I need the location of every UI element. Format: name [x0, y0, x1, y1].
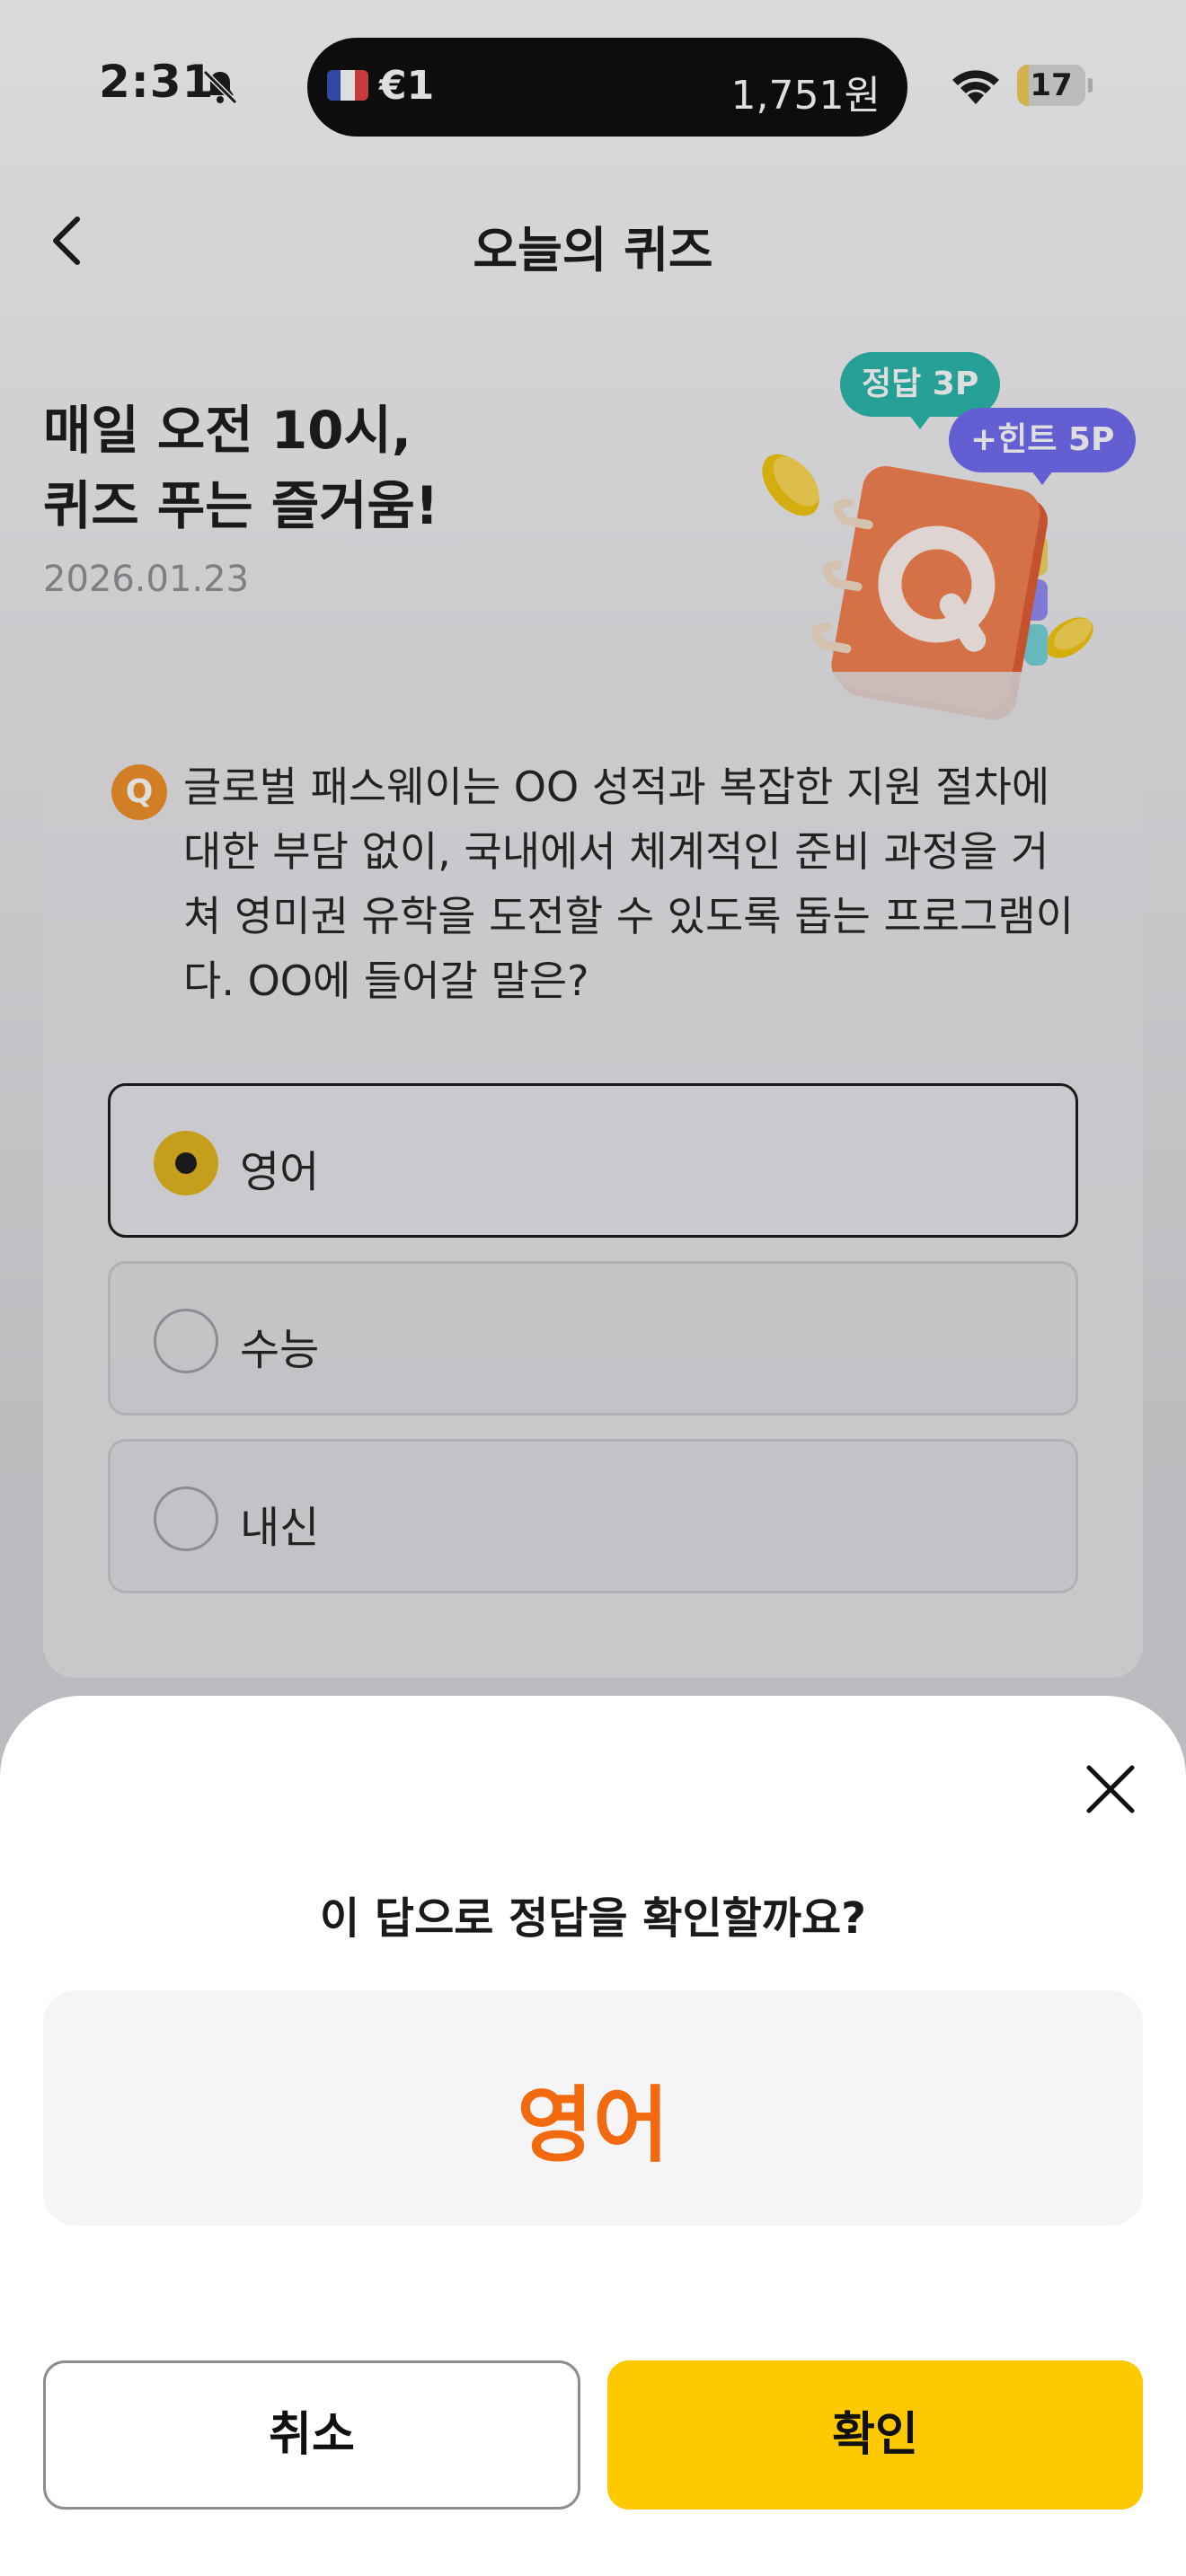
selected-answer-box: 영어	[43, 1990, 1143, 2226]
option-label: 내신	[240, 1503, 320, 1553]
radio-icon[interactable]	[154, 1486, 218, 1551]
battery-icon: 17	[1017, 65, 1093, 106]
wifi-icon	[952, 70, 999, 104]
close-icon[interactable]	[1084, 1762, 1137, 1816]
question-icon: Q	[111, 764, 167, 820]
hero-title-line1: 매일 오전 10시,	[43, 400, 412, 461]
page-title: 오늘의 퀴즈	[473, 222, 713, 278]
option-english[interactable]: 영어	[108, 1083, 1078, 1238]
france-flag-icon	[327, 70, 368, 101]
question-text: 글로벌 패스웨이는 OO 성적과 복잡한 지원 절차에 대한 부담 없이, 국내…	[183, 763, 1075, 1005]
status-time: 2:31	[99, 56, 215, 108]
hint-points-badge: +힌트 5P	[949, 408, 1137, 485]
bell-slash-icon	[202, 69, 238, 105]
option-suneung[interactable]: 수능	[108, 1261, 1078, 1416]
cancel-button[interactable]: 취소	[43, 2360, 580, 2510]
selected-answer: 영어	[517, 2078, 669, 2174]
quiz-date: 2026.01.23	[43, 559, 250, 600]
island-amount: 1,751원	[730, 73, 881, 119]
hero-title-line2: 퀴즈 푸는 즐거움!	[43, 475, 439, 536]
radio-icon[interactable]	[154, 1309, 218, 1373]
battery-percent: 17	[1030, 67, 1073, 103]
option-label: 수능	[240, 1325, 320, 1375]
option-label: 영어	[240, 1147, 320, 1197]
dynamic-island[interactable]: €1 1,751원	[307, 38, 907, 137]
island-currency: €1	[379, 63, 435, 109]
option-naesin[interactable]: 내신	[108, 1439, 1078, 1593]
radio-selected-icon[interactable]	[154, 1131, 218, 1195]
confirm-button[interactable]: 확인	[607, 2360, 1143, 2510]
correct-points-badge: 정답 3P	[840, 352, 1001, 429]
confirm-prompt: 이 답으로 정답을 확인할까요?	[320, 1893, 866, 1944]
quiz-screen: 2:31 €1 1,751원 17 오늘의 퀴즈 매일 오전 10시, 퀴즈 푸…	[0, 0, 1186, 2576]
